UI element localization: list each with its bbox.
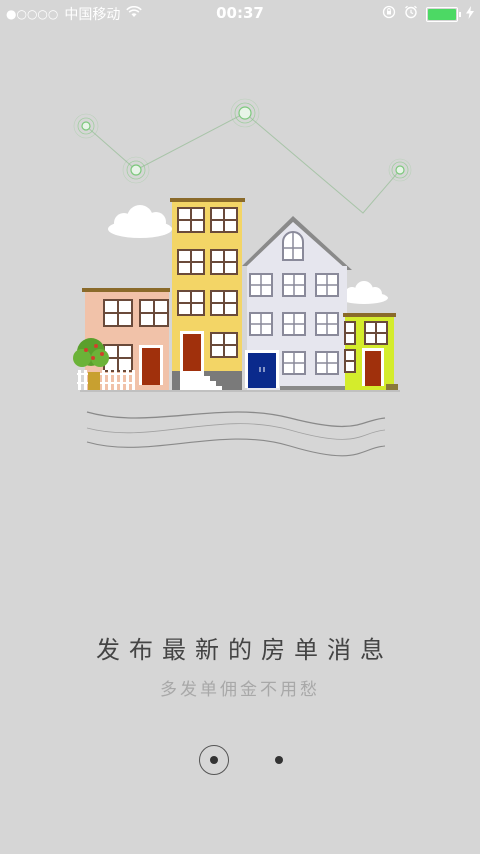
yellow-building (170, 198, 245, 390)
network-node (388, 158, 412, 182)
cloud (340, 281, 388, 304)
onboarding-title: 发布最新的房单消息 (96, 636, 393, 664)
network-node (230, 98, 260, 128)
page-indicator (0, 745, 480, 777)
cloud (108, 205, 172, 238)
wave-lines (86, 411, 386, 457)
network-node (122, 156, 150, 184)
houses-illustration (73, 98, 412, 457)
page-dot-current[interactable] (199, 745, 229, 775)
network-node (73, 113, 99, 139)
page-dot-next[interactable] (275, 756, 283, 764)
green-building (343, 313, 398, 391)
ground-line (80, 390, 400, 392)
onboarding-subtitle: 多发单佣金不用愁 (160, 680, 320, 700)
